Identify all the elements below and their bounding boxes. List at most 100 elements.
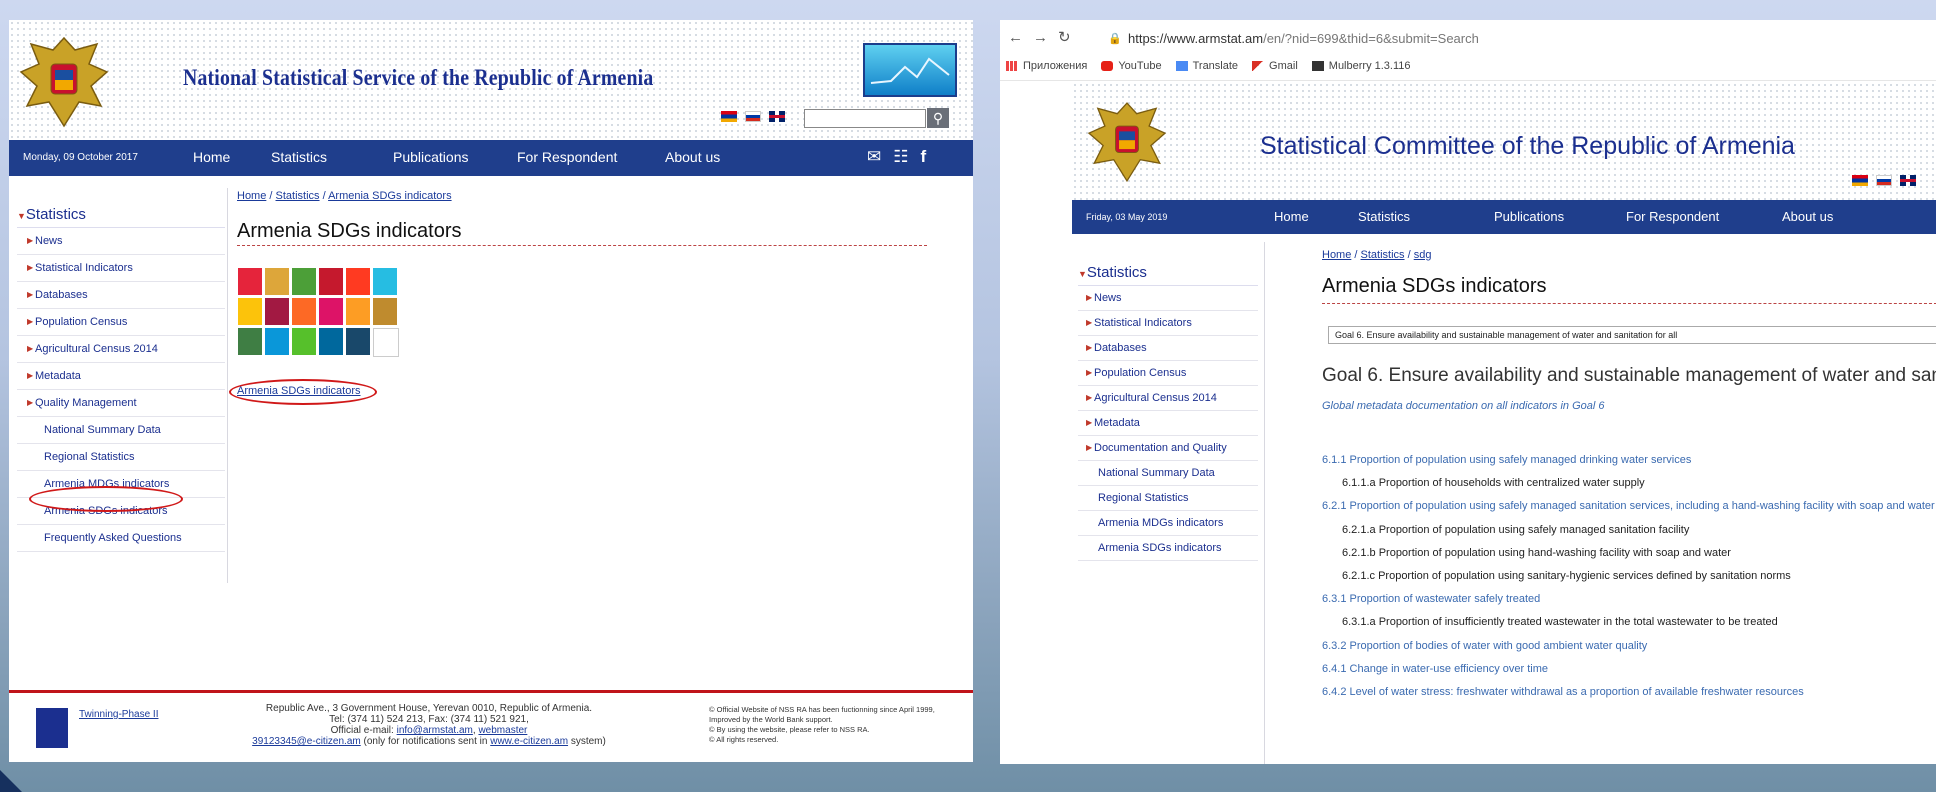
sdg-goal-icon[interactable] — [292, 298, 316, 325]
breadcrumb-sdg[interactable]: sdg — [1414, 249, 1432, 261]
sidebar-item-national-summary[interactable]: National Summary Data — [17, 417, 225, 444]
bookmark-mulberry[interactable]: Mulberry 1.3.116 — [1311, 60, 1411, 72]
sidebar-item-regional-statistics[interactable]: Regional Statistics — [17, 444, 225, 471]
email-link[interactable]: info@armstat.am — [397, 725, 473, 736]
nav-publications[interactable]: Publications — [1494, 209, 1564, 224]
nav-icons: ✉☷f — [867, 147, 938, 167]
sidebar-item-statistical-indicators[interactable]: ▶ Statistical Indicators — [1078, 311, 1258, 336]
site-title: National Statistical Service of the Repu… — [183, 65, 654, 90]
armenian-flag-icon[interactable] — [1852, 175, 1868, 186]
english-flag-icon[interactable] — [769, 111, 785, 122]
slide-corner-decoration — [0, 770, 22, 792]
sdg-icons-grid[interactable] — [238, 268, 399, 357]
sidebar-item-news[interactable]: ▶ News — [1078, 286, 1258, 311]
sdg-goal-icon[interactable] — [346, 298, 370, 325]
indicator-link[interactable]: 6.3.2 Proportion of bodies of water with… — [1322, 640, 1647, 652]
sdg-goal-icon[interactable] — [319, 268, 343, 295]
english-flag-icon[interactable] — [1900, 175, 1916, 186]
twinning-link[interactable]: Twinning-Phase II — [79, 709, 159, 720]
sidebar-item-agricultural-census[interactable]: ▶ Agricultural Census 2014 — [17, 336, 225, 363]
metadata-link[interactable]: Global metadata documentation on all ind… — [1322, 400, 1605, 412]
sdg-goal-icon[interactable] — [292, 328, 316, 355]
sidebar-item-documentation-quality[interactable]: ▶ Documentation and Quality — [1078, 436, 1258, 461]
sidebar-item-databases[interactable]: ▶ Databases — [1078, 336, 1258, 361]
sdg-goal-icon[interactable] — [238, 268, 262, 295]
breadcrumb-home[interactable]: Home — [237, 190, 266, 202]
sub-indicator-link[interactable]: 6.2.1.c Proportion of population using s… — [1342, 570, 1791, 582]
russian-flag-icon[interactable] — [745, 111, 761, 122]
webmaster-link[interactable]: webmaster — [478, 725, 527, 736]
forward-icon[interactable]: → — [1033, 29, 1058, 46]
sdg-goal-icon[interactable] — [373, 298, 397, 325]
nav-statistics[interactable]: Statistics — [271, 149, 327, 165]
sidebar-item-population-census[interactable]: ▶ Population Census — [17, 309, 225, 336]
sdg-goal-icon[interactable] — [346, 268, 370, 295]
nav-statistics[interactable]: Statistics — [1358, 209, 1410, 224]
nav-for-respondent[interactable]: For Respondent — [1626, 209, 1719, 224]
sidebar-item-metadata[interactable]: ▶ Metadata — [17, 363, 225, 390]
bookmark-apps[interactable]: Приложения — [1006, 60, 1087, 72]
breadcrumb-statistics[interactable]: Statistics — [276, 190, 320, 202]
sub-indicator-link[interactable]: 6.2.1.b Proportion of population using h… — [1342, 547, 1731, 559]
sidebar-item-metadata[interactable]: ▶ Metadata — [1078, 411, 1258, 436]
nav-for-respondent[interactable]: For Respondent — [517, 149, 617, 165]
search-input[interactable] — [804, 109, 926, 128]
sidebar-item-sdgs[interactable]: Armenia SDGs indicators — [1078, 536, 1258, 561]
russian-flag-icon[interactable] — [1876, 175, 1892, 186]
nav-home[interactable]: Home — [1274, 209, 1309, 224]
sdg-goal-icon[interactable] — [238, 328, 262, 355]
sdg-goal-icon[interactable] — [346, 328, 370, 355]
sidebar-item-population-census[interactable]: ▶ Population Census — [1078, 361, 1258, 386]
indicator-link[interactable]: 6.4.2 Level of water stress: freshwater … — [1322, 686, 1804, 698]
sub-indicator-link[interactable]: 6.2.1.a Proportion of population using s… — [1342, 524, 1689, 536]
bookmark-gmail[interactable]: Gmail — [1252, 60, 1298, 72]
breadcrumb-statistics[interactable]: Statistics — [1361, 249, 1405, 261]
indicator-link[interactable]: 6.2.1 Proportion of population using saf… — [1322, 500, 1935, 512]
sidebar-item-agricultural-census[interactable]: ▶ Agricultural Census 2014 — [1078, 386, 1258, 411]
bookmark-translate[interactable]: Translate — [1175, 60, 1238, 72]
mail-icon[interactable]: ✉ — [867, 147, 893, 166]
sidebar-item-statistical-indicators[interactable]: ▶ Statistical Indicators — [17, 255, 225, 282]
sdg-goal-icon[interactable] — [319, 298, 343, 325]
sub-indicator-link[interactable]: 6.1.1.a Proportion of households with ce… — [1342, 477, 1645, 489]
armenia-emblem-icon — [19, 36, 109, 128]
sub-indicator-link[interactable]: 6.3.1.a Proportion of insufficiently tre… — [1342, 616, 1778, 628]
nav-publications[interactable]: Publications — [393, 149, 469, 165]
reload-icon[interactable]: ↻ — [1058, 29, 1081, 46]
sidebar-item-quality-management[interactable]: ▶ Quality Management — [17, 390, 225, 417]
sitemap-icon[interactable]: ☷ — [893, 147, 920, 166]
armenian-flag-icon[interactable] — [721, 111, 737, 122]
breadcrumb-home[interactable]: Home — [1322, 249, 1351, 261]
nav-home[interactable]: Home — [193, 149, 230, 165]
nav-about-us[interactable]: About us — [665, 149, 720, 165]
sdg-goal-icon[interactable] — [373, 328, 399, 357]
sidebar-heading[interactable]: ▼Statistics — [17, 206, 225, 228]
goal-select[interactable]: Goal 6. Ensure availability and sustaina… — [1328, 326, 1936, 344]
sdg-goal-icon[interactable] — [265, 268, 289, 295]
sdg-goal-icon[interactable] — [373, 268, 397, 295]
facebook-icon[interactable]: f — [921, 147, 939, 166]
breadcrumb-sdgs[interactable]: Armenia SDGs indicators — [328, 190, 452, 202]
sidebar-item-databases[interactable]: ▶ Databases — [17, 282, 225, 309]
sidebar-item-news[interactable]: ▶ News — [17, 228, 225, 255]
e-citizen-link[interactable]: www.e-citizen.am — [490, 736, 568, 747]
back-icon[interactable]: ← — [1008, 29, 1033, 46]
notify-email-link[interactable]: 39123345@e-citizen.am — [252, 736, 361, 747]
address-bar[interactable]: https://www.armstat.am/en/?nid=699&thid=… — [1128, 31, 1479, 46]
sidebar-heading[interactable]: ▼Statistics — [1078, 264, 1258, 286]
sidebar-item-faq[interactable]: Frequently Asked Questions — [17, 525, 225, 552]
sdg-goal-icon[interactable] — [238, 298, 262, 325]
sdg-goal-icon[interactable] — [319, 328, 343, 355]
sidebar-item-regional-statistics[interactable]: Regional Statistics — [1078, 486, 1258, 511]
sdg-goal-icon[interactable] — [292, 268, 316, 295]
sdg-goal-icon[interactable] — [265, 328, 289, 355]
nav-about-us[interactable]: About us — [1782, 209, 1833, 224]
indicator-link[interactable]: 6.4.1 Change in water-use efficiency ove… — [1322, 663, 1548, 675]
search-button[interactable]: ⚲ — [927, 108, 949, 128]
indicator-link[interactable]: 6.3.1 Proportion of wastewater safely tr… — [1322, 593, 1540, 605]
sdg-goal-icon[interactable] — [265, 298, 289, 325]
indicator-link[interactable]: 6.1.1 Proportion of population using saf… — [1322, 454, 1691, 466]
sidebar-item-national-summary[interactable]: National Summary Data — [1078, 461, 1258, 486]
sidebar-item-mdgs[interactable]: Armenia MDGs indicators — [1078, 511, 1258, 536]
bookmark-youtube[interactable]: YouTube — [1101, 60, 1162, 72]
